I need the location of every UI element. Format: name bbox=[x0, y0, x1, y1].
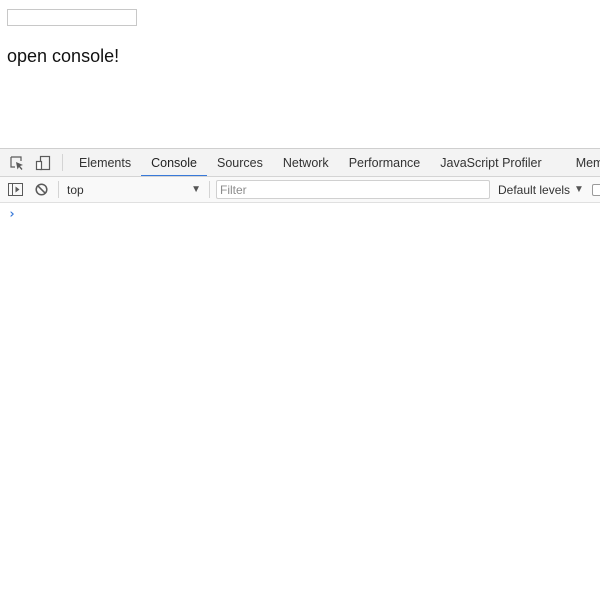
log-levels-dropdown[interactable]: Default levels ▼ bbox=[498, 183, 584, 197]
toolbar-divider bbox=[58, 181, 59, 198]
tab-javascript-profiler[interactable]: JavaScript Profiler bbox=[430, 149, 551, 176]
device-toolbar-icon[interactable] bbox=[30, 149, 56, 176]
page-text-input[interactable] bbox=[7, 9, 137, 26]
devtools-panel: Elements Console Sources Network Perform… bbox=[0, 148, 600, 600]
console-output[interactable]: › bbox=[0, 203, 600, 599]
tab-label: Sources bbox=[216, 155, 263, 170]
toolbar-divider bbox=[62, 154, 63, 171]
tab-label: Memor bbox=[575, 155, 600, 170]
tab-network[interactable]: Network bbox=[273, 149, 339, 176]
tab-label: Elements bbox=[79, 155, 132, 170]
tab-label: JavaScript Profiler bbox=[440, 155, 542, 170]
tab-label: Network bbox=[282, 155, 329, 170]
page-content: open console! bbox=[0, 0, 600, 148]
tab-elements[interactable]: Elements bbox=[69, 149, 141, 176]
console-prompt-icon: › bbox=[8, 207, 16, 222]
dropdown-arrow-icon: ▼ bbox=[574, 184, 584, 195]
log-levels-label: Default levels bbox=[498, 182, 571, 197]
devtools-tabbar: Elements Console Sources Network Perform… bbox=[0, 148, 600, 177]
context-value: top bbox=[67, 182, 84, 197]
page-heading: open console! bbox=[7, 46, 120, 66]
toolbar-divider bbox=[209, 181, 210, 198]
tab-label: Performance bbox=[348, 155, 421, 170]
tab-memory[interactable]: Memor bbox=[566, 149, 600, 176]
clear-console-icon[interactable] bbox=[28, 177, 54, 202]
inspect-element-icon[interactable] bbox=[4, 149, 30, 176]
dropdown-arrow-icon: ▼ bbox=[191, 184, 201, 195]
show-sidebar-icon[interactable] bbox=[2, 177, 28, 202]
group-similar-checkbox[interactable] bbox=[591, 183, 600, 196]
tab-performance[interactable]: Performance bbox=[339, 149, 431, 176]
filter-input[interactable] bbox=[216, 180, 490, 199]
tab-label: Console bbox=[151, 155, 197, 170]
console-toolbar: top ▼ Default levels ▼ bbox=[0, 177, 600, 203]
tab-sources[interactable]: Sources bbox=[207, 149, 273, 176]
tab-console[interactable]: Console bbox=[141, 149, 207, 176]
tab-spacer bbox=[552, 149, 566, 176]
context-selector[interactable]: top ▼ bbox=[63, 180, 201, 199]
